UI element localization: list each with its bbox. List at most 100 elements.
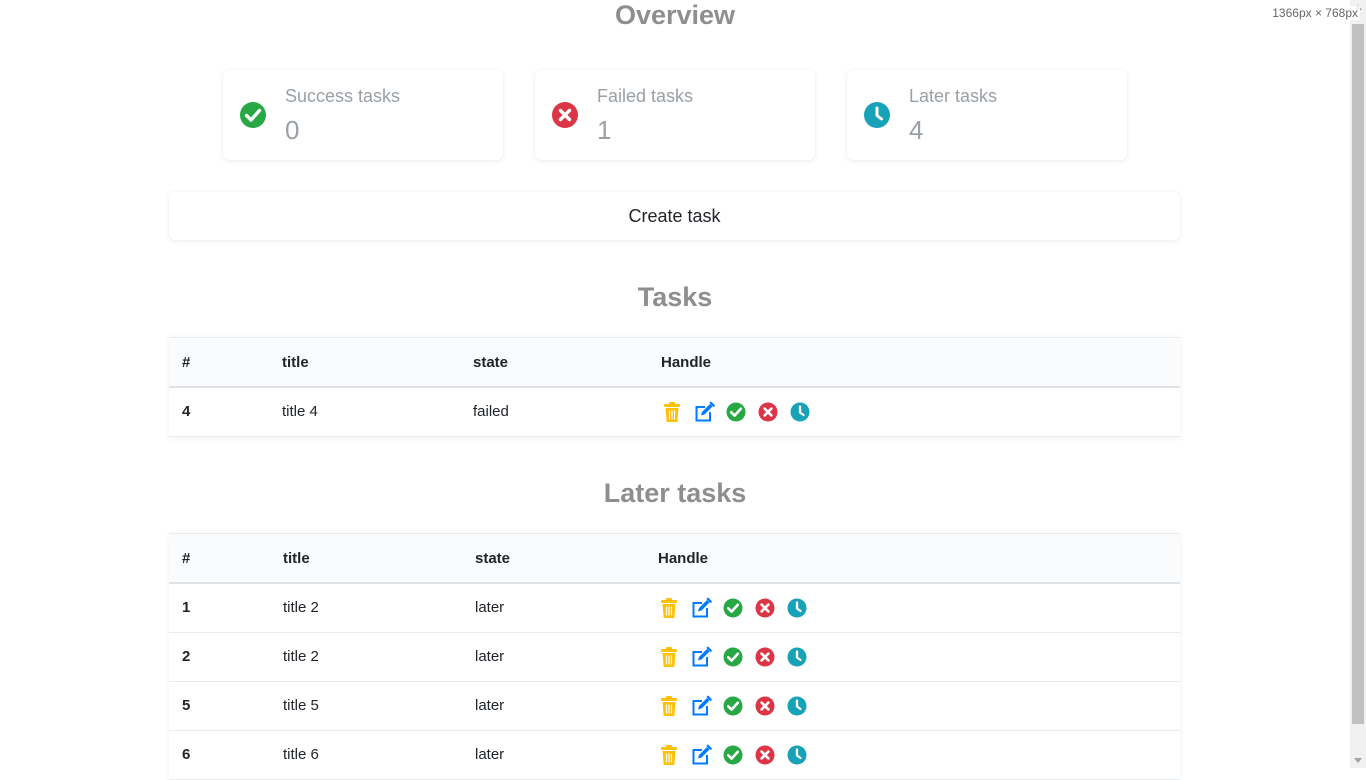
edit-button[interactable] — [693, 401, 715, 423]
stat-value: 0 — [285, 115, 300, 145]
check-circle-icon — [723, 647, 743, 666]
trash-icon — [661, 744, 677, 765]
column-header-state: state — [462, 534, 645, 584]
row-handle — [645, 583, 1180, 633]
row-state: failed — [460, 387, 648, 437]
times-circle-icon — [551, 101, 579, 129]
table-row: 4 title 4 failed — [169, 387, 1180, 437]
row-id: 5 — [169, 681, 270, 731]
mark-failed-button[interactable] — [754, 646, 776, 668]
stat-label: Later tasks — [909, 86, 998, 106]
clock-icon — [787, 745, 807, 764]
trash-icon — [661, 695, 677, 716]
mark-failed-button[interactable] — [754, 695, 776, 717]
check-circle-icon — [723, 696, 743, 715]
row-handle — [645, 632, 1180, 682]
mark-success-button[interactable] — [722, 646, 744, 668]
delete-button[interactable] — [661, 401, 683, 423]
table-header-row: # title state Handle — [169, 338, 1180, 388]
column-header-handle: Handle — [648, 338, 1180, 388]
mark-later-button[interactable] — [786, 646, 808, 668]
check-circle-icon — [723, 598, 743, 618]
stat-label: Failed tasks — [597, 86, 694, 106]
viewport-size-label: 1366px × 768px — [1270, 6, 1360, 20]
check-circle-icon — [726, 402, 746, 422]
edit-button[interactable] — [690, 597, 712, 619]
later-tasks-card: Later tasks 4 — [847, 70, 1127, 160]
column-header-id: # — [169, 534, 270, 584]
edit-icon — [695, 401, 715, 422]
row-handle — [645, 730, 1180, 780]
edit-button[interactable] — [690, 744, 712, 766]
row-state: later — [462, 632, 645, 682]
clock-icon — [787, 696, 807, 715]
check-circle-icon — [723, 745, 743, 764]
times-circle-icon — [758, 402, 778, 422]
mark-failed-button[interactable] — [754, 597, 776, 619]
success-tasks-card: Success tasks 0 — [223, 70, 503, 160]
delete-button[interactable] — [658, 597, 680, 619]
column-header-title: title — [269, 338, 460, 388]
table-row: 2 title 2 later — [169, 632, 1180, 682]
edit-icon — [692, 744, 712, 764]
mark-success-button[interactable] — [722, 695, 744, 717]
column-header-state: state — [460, 338, 648, 388]
row-state: later — [462, 730, 645, 780]
row-handle — [645, 681, 1180, 731]
stat-value: 1 — [597, 115, 612, 145]
edit-button[interactable] — [690, 695, 712, 717]
row-title: title 6 — [270, 730, 462, 780]
row-id: 4 — [169, 387, 269, 437]
mark-failed-button[interactable] — [757, 401, 779, 423]
row-title: title 5 — [270, 681, 462, 731]
edit-icon — [692, 646, 712, 666]
trash-icon — [661, 646, 677, 667]
page: Overview Success tasks 0 Failed tasks 1 … — [0, 0, 1350, 780]
later-tasks-title: Later tasks — [603, 478, 747, 508]
column-header-id: # — [169, 338, 269, 388]
mark-success-button[interactable] — [722, 597, 744, 619]
mark-success-button[interactable] — [725, 401, 747, 423]
overview-title: Overview — [614, 0, 736, 30]
clock-icon — [790, 402, 810, 422]
row-id: 1 — [169, 583, 270, 633]
edit-button[interactable] — [690, 646, 712, 668]
delete-button[interactable] — [658, 695, 680, 717]
row-handle — [648, 387, 1180, 437]
row-state: later — [462, 681, 645, 731]
clock-icon — [787, 647, 807, 666]
later-tasks-table: # title state Handle 1 title 2 later 2 title… — [169, 533, 1180, 780]
trash-icon — [664, 401, 680, 422]
clock-icon — [863, 101, 891, 129]
column-header-handle: Handle — [645, 534, 1180, 584]
check-circle-icon — [239, 101, 267, 129]
column-header-title: title — [270, 534, 462, 584]
scroll-down-arrow-icon[interactable] — [1354, 758, 1362, 763]
table-row: 6 title 6 later — [169, 730, 1180, 780]
edit-icon — [692, 695, 712, 715]
delete-button[interactable] — [658, 646, 680, 668]
table-header-row: # title state Handle — [169, 534, 1180, 584]
mark-failed-button[interactable] — [754, 744, 776, 766]
stat-label: Success tasks — [285, 86, 401, 106]
tasks-table: # title state Handle 4 title 4 failed — [169, 337, 1180, 437]
row-id: 6 — [169, 730, 270, 780]
failed-tasks-card: Failed tasks 1 — [535, 70, 815, 160]
mark-success-button[interactable] — [722, 744, 744, 766]
create-task-button[interactable]: Create task — [169, 192, 1180, 240]
delete-button[interactable] — [658, 744, 680, 766]
clock-icon — [787, 598, 807, 618]
times-circle-icon — [755, 696, 775, 715]
times-circle-icon — [755, 598, 775, 618]
mark-later-button[interactable] — [786, 597, 808, 619]
row-title: title 2 — [270, 632, 462, 682]
mark-later-button[interactable] — [789, 401, 811, 423]
times-circle-icon — [755, 745, 775, 764]
mark-later-button[interactable] — [786, 744, 808, 766]
times-circle-icon — [755, 647, 775, 666]
vertical-scrollbar[interactable] — [1350, 0, 1366, 768]
scrollbar-thumb[interactable] — [1352, 24, 1364, 724]
edit-icon — [692, 597, 712, 618]
table-row: 5 title 5 later — [169, 681, 1180, 731]
mark-later-button[interactable] — [786, 695, 808, 717]
